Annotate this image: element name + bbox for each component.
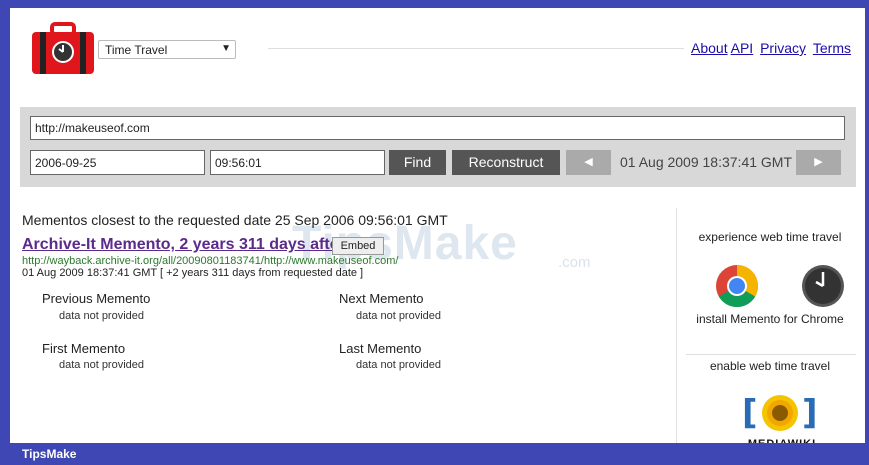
api-link[interactable]: API: [731, 40, 754, 56]
next-memento-label: Next Memento: [339, 291, 424, 306]
sidebar-separator: [686, 354, 856, 355]
footer-brand: TipsMake: [22, 447, 77, 461]
memento-clock-icon[interactable]: [801, 264, 845, 308]
date-input[interactable]: 2006-09-25: [30, 150, 205, 175]
last-memento-value: data not provided: [356, 359, 442, 371]
time-travel-suitcase-logo[interactable]: [30, 22, 96, 76]
next-memento-button[interactable]: ▶: [796, 150, 841, 175]
experience-title: experience web time travel: [698, 230, 842, 244]
svg-text:[: [: [742, 393, 758, 433]
page: Time Travel ▼ About API Privacy Terms htt…: [10, 8, 865, 450]
window-frame-right: [865, 0, 869, 465]
closest-mementos-heading: Mementos closest to the requested date 2…: [22, 212, 448, 228]
chrome-icon[interactable]: [715, 264, 759, 308]
footer-bar: TipsMake: [0, 443, 869, 465]
watermark-suffix: .com: [558, 254, 591, 271]
first-memento-label: First Memento: [42, 341, 126, 356]
memento-title-link[interactable]: Archive-It Memento, 2 years 311 days aft…: [22, 236, 345, 254]
memento-date: 01 Aug 2009 18:37:41 GMT [ +2 years 311 …: [22, 267, 364, 279]
enable-title: enable web time travel: [709, 359, 831, 373]
top-links: About API Privacy Terms: [688, 40, 851, 56]
mediawiki-sunflower-icon[interactable]: [ ]: [740, 388, 820, 438]
embed-button[interactable]: Embed: [332, 237, 384, 255]
previous-memento-value: data not provided: [59, 310, 145, 322]
next-memento-value: data not provided: [356, 310, 442, 322]
terms-link[interactable]: Terms: [813, 40, 851, 56]
install-chrome-text[interactable]: install Memento for Chrome: [678, 312, 862, 326]
search-panel: http://makeuseof.com 2006-09-25 09:56:01…: [20, 107, 856, 187]
arrow-left-icon: ◀: [584, 156, 593, 168]
last-memento-label: Last Memento: [339, 341, 422, 356]
find-button[interactable]: Find: [389, 150, 446, 175]
reconstruct-button[interactable]: Reconstruct: [452, 150, 560, 175]
sidebar-divider: [676, 208, 677, 444]
mode-select-value: Time Travel: [105, 43, 168, 57]
memento-datetime: 01 Aug 2009 18:37:41 GMT: [620, 154, 793, 170]
chevron-down-icon: ▼: [221, 43, 231, 54]
first-memento-value: data not provided: [59, 359, 145, 371]
header-divider: [268, 48, 684, 49]
arrow-right-icon: ▶: [814, 156, 823, 168]
previous-memento-label: Previous Memento: [42, 291, 151, 306]
url-input[interactable]: http://makeuseof.com: [30, 116, 845, 140]
window-frame-top: [0, 0, 869, 8]
svg-text:]: ]: [802, 393, 818, 433]
window-frame-left: [0, 0, 10, 465]
about-link[interactable]: About: [691, 40, 728, 56]
memento-url[interactable]: http://wayback.archive-it.org/all/200908…: [22, 255, 398, 267]
time-input[interactable]: 09:56:01: [210, 150, 385, 175]
privacy-link[interactable]: Privacy: [760, 40, 806, 56]
previous-memento-button[interactable]: ◀: [566, 150, 611, 175]
mode-select[interactable]: Time Travel ▼: [98, 40, 236, 59]
